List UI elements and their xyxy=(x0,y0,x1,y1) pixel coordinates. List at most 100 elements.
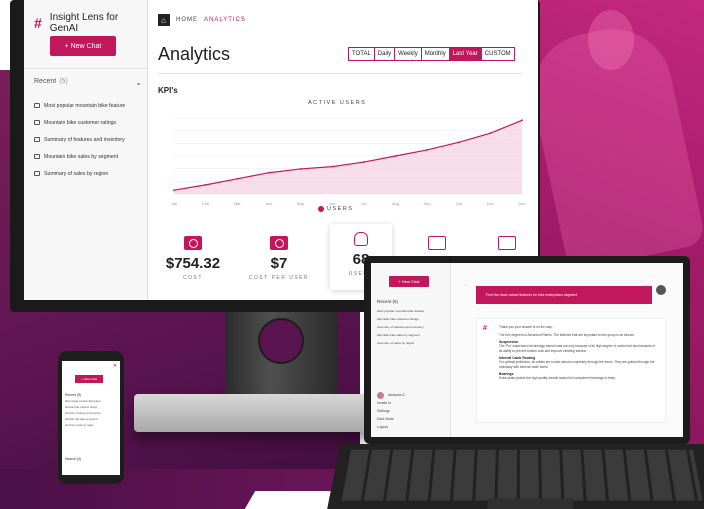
x-tick-label: Aug xyxy=(392,201,399,206)
range-tab-total[interactable]: TOTAL xyxy=(349,48,375,60)
answer-section-body: The 'Pro' suspension technology earned w… xyxy=(499,344,656,353)
recent-chat-label: Mountain bike sales by segment xyxy=(44,153,119,160)
home-icon[interactable]: ⌂ xyxy=(158,14,170,26)
hash-logo-icon: # xyxy=(34,15,42,31)
x-tick-label: Apr xyxy=(266,201,273,206)
recent-chat-label: Most popular mountain bike feature xyxy=(44,102,126,109)
user-icon xyxy=(354,232,368,246)
recent-chat-item[interactable]: Summary of sales by region xyxy=(34,165,125,182)
recent-chat-item[interactable]: Summary of features and inventory xyxy=(34,131,125,148)
range-tab-monthly[interactable]: Monthly xyxy=(421,48,450,60)
kpi-label: COST xyxy=(183,275,203,281)
legend-label: USERS xyxy=(327,206,354,212)
kpi-heading: KPI's xyxy=(158,86,178,95)
laptop-recent-item[interactable]: Mountain bike customer ratings xyxy=(377,317,424,325)
chat-icon xyxy=(428,236,446,250)
laptop: + New Chat Recent (5) Most popular mount… xyxy=(364,256,690,444)
breadcrumb: ⌂ HOME ANALYTICS xyxy=(158,14,246,26)
chat-icon xyxy=(498,236,516,250)
chat-bubble-icon xyxy=(34,137,40,142)
data-point xyxy=(299,168,302,170)
data-point xyxy=(362,161,365,163)
laptop-user-item[interactable]: Logout xyxy=(377,423,405,431)
range-tab-daily[interactable]: Daily xyxy=(374,48,396,60)
kpi-card-cost-per-user[interactable]: $7 COST PER USER xyxy=(248,228,310,290)
analytics-main: ⌂ HOME ANALYTICS Analytics TOTAL Daily W… xyxy=(148,0,538,300)
phone-search-label[interactable]: Search (0) xyxy=(65,457,81,461)
laptop-recent-item[interactable]: Mountain bike sales by segment xyxy=(377,333,424,341)
recent-section-header[interactable]: Recent (5) ⌄ xyxy=(34,78,142,87)
background-figure-head xyxy=(588,10,634,70)
laptop-keyboard xyxy=(326,444,704,509)
avatar xyxy=(377,391,384,399)
laptop-user-item[interactable]: Settings xyxy=(377,407,405,415)
laptop-user-item[interactable]: Dark Mode xyxy=(377,415,405,423)
x-tick-label: Sep xyxy=(424,201,432,206)
recent-chat-item[interactable]: Mountain bike customer ratings xyxy=(34,114,125,131)
keyboard-keys xyxy=(341,449,703,501)
chat-bubble-icon xyxy=(34,103,40,108)
answer-intro: Thank you your answer is on the way... xyxy=(499,325,555,329)
chevron-down-icon[interactable]: ⌄ xyxy=(135,78,142,87)
phone-screen: ✕ + New Chat Recent (5) Most popular mou… xyxy=(62,361,120,475)
data-point xyxy=(173,189,175,192)
sidebar-divider xyxy=(24,68,148,69)
laptop-user-item[interactable]: Amanda G xyxy=(377,391,405,399)
chat-bubble-icon xyxy=(34,120,40,125)
brand: # Insight Lens for GenAI xyxy=(34,12,147,34)
recent-chat-item[interactable]: Mountain bike sales by segment xyxy=(34,148,125,165)
user-question-bubble: Find the most valued features for hike e… xyxy=(476,286,652,304)
laptop-recent-item[interactable]: Most popular mountain bike feature xyxy=(377,309,424,317)
data-point xyxy=(521,119,523,122)
recent-chat-item[interactable]: Most popular mountain bike feature xyxy=(34,97,125,114)
range-tab-weekly[interactable]: Weekly xyxy=(395,48,422,60)
x-tick-label: Nov xyxy=(487,201,494,206)
x-tick-label: Dec xyxy=(518,201,525,206)
mobile-phone: ✕ + New Chat Recent (5) Most popular mou… xyxy=(58,351,124,484)
recent-chat-label: Summary of features and inventory xyxy=(44,136,125,143)
x-tick-label: Oct xyxy=(456,201,463,206)
title-divider xyxy=(158,73,522,74)
x-tick-label: Jul xyxy=(361,201,366,206)
data-point xyxy=(489,132,492,135)
user-name: Amanda G xyxy=(388,393,405,397)
breadcrumb-current: ANALYTICS xyxy=(204,17,246,23)
data-point xyxy=(204,183,207,186)
laptop-recent-item[interactable]: Summary of sales by region xyxy=(377,341,424,349)
recent-chat-label: Summary of sales by region xyxy=(44,170,109,177)
phone-new-chat-button[interactable]: + New Chat xyxy=(75,375,103,383)
touchpad xyxy=(487,498,574,509)
new-chat-button[interactable]: + New Chat xyxy=(50,36,116,56)
phone-recent-list: Most popular mountain bike feature Mount… xyxy=(65,401,101,431)
phone-recent-item[interactable]: Summary of sales by region xyxy=(65,425,101,431)
phone-recent-label[interactable]: Recent (5) xyxy=(65,393,81,397)
x-tick-label: Mar xyxy=(234,201,242,206)
answer-section-body: For optimal protection, all cables are r… xyxy=(499,360,655,369)
kpi-value: $754.32 xyxy=(165,255,221,272)
laptop-recent-item[interactable]: Summary of features and inventory xyxy=(377,325,424,333)
kpi-card-cost[interactable]: $754.32 COST xyxy=(162,228,224,290)
data-point xyxy=(331,165,334,168)
laptop-recent-label[interactable]: Recent (5) xyxy=(377,299,398,304)
laptop-user-item[interactable]: Invalid in xyxy=(377,399,405,407)
data-point xyxy=(236,177,239,180)
x-tick-label: Jan xyxy=(171,201,177,206)
close-icon[interactable]: ✕ xyxy=(113,363,117,369)
recent-count: (5) xyxy=(59,78,68,85)
data-point xyxy=(426,149,428,151)
data-point xyxy=(268,171,270,174)
chat-bubble-icon xyxy=(34,171,40,176)
active-users-chart: Jan Feb Mar Apr May Jun Jul Aug Sep Oct Nov Dec xyxy=(171,117,526,206)
laptop-sidebar: + New Chat Recent (5) Most popular mount… xyxy=(371,263,451,437)
data-point xyxy=(394,155,397,157)
monitor-stand-cable-hole xyxy=(258,318,304,364)
range-tab-last-year[interactable]: Last Year xyxy=(449,48,482,60)
range-tab-custom[interactable]: CUSTOM xyxy=(481,48,514,60)
monitor-screen: # Insight Lens for GenAI + New Chat Rece… xyxy=(24,0,538,300)
recent-chat-list: Most popular mountain bike feature Mount… xyxy=(34,97,125,182)
kpi-label: COST PER USER xyxy=(248,275,310,281)
breadcrumb-home[interactable]: HOME xyxy=(176,17,198,23)
laptop-new-chat-button[interactable]: + New Chat xyxy=(389,276,429,287)
legend-swatch xyxy=(318,206,324,212)
laptop-recent-list: Most popular mountain bike feature Mount… xyxy=(377,309,424,349)
